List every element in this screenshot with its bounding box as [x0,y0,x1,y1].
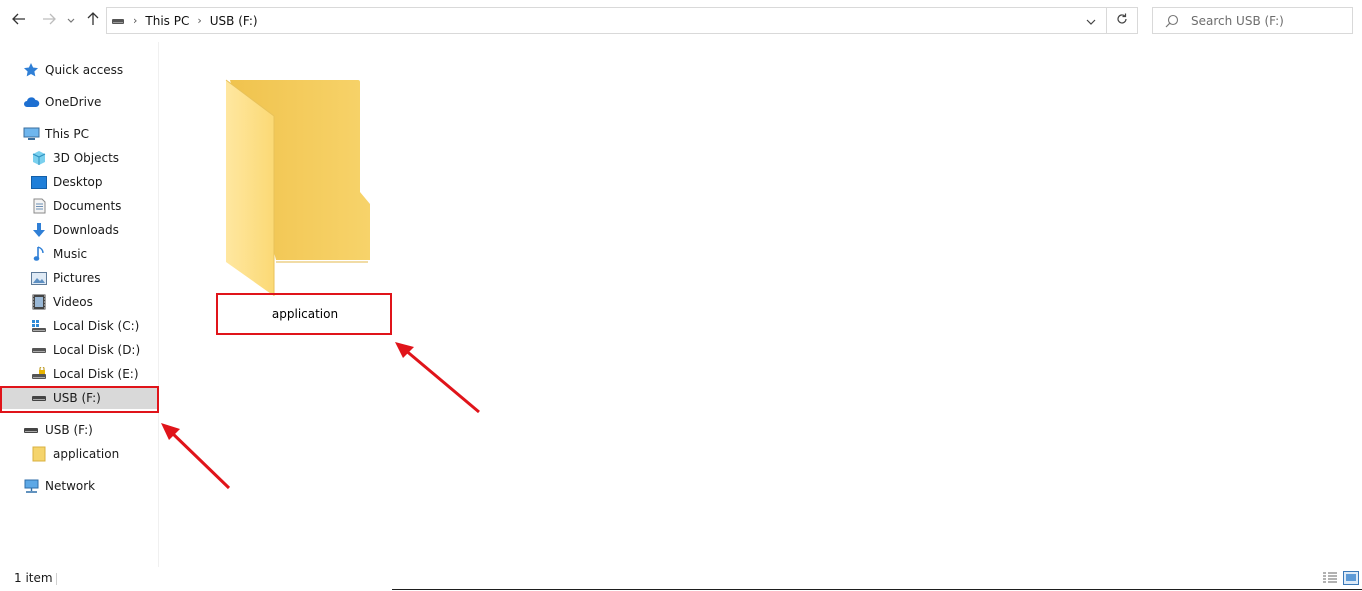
details-view-button[interactable] [1322,571,1338,585]
taskbar-edge [392,589,1362,590]
details-view-icon [1322,572,1338,588]
status-bar: 1 item [0,569,1362,591]
arrow-to-sidebar [161,423,231,490]
annotation-arrows [161,342,480,490]
item-count: 1 item [14,571,53,585]
large-icons-view-icon [1343,571,1359,588]
large-icons-view-button[interactable] [1343,571,1359,585]
arrow-to-folder [395,342,480,414]
status-divider [56,573,57,585]
